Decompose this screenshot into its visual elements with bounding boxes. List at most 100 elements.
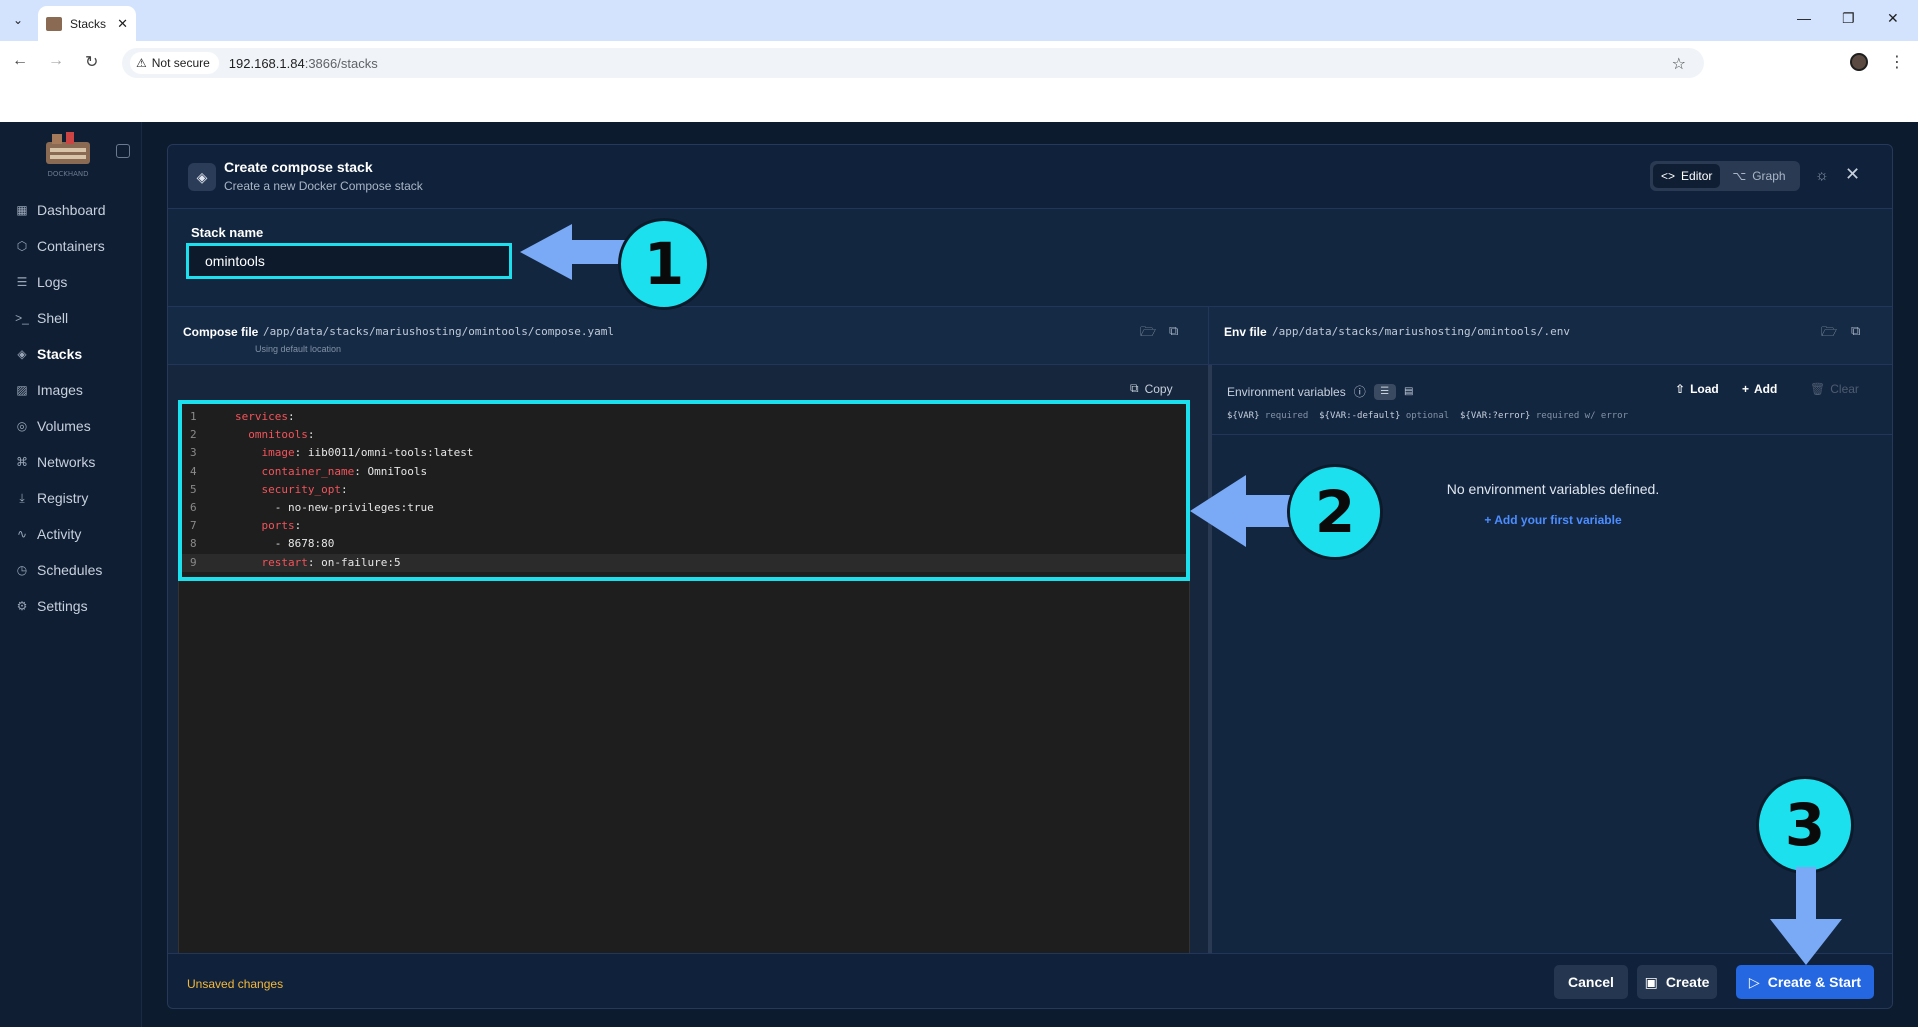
list-view-icon[interactable]: ☰ bbox=[1373, 383, 1396, 400]
sidebar-item-label: Images bbox=[37, 382, 83, 398]
stack-name-section: Stack name omintools bbox=[168, 209, 1892, 307]
compose-editor-pane: ⧉ Copy 1 services: 2 omnitools: 3 image: iib… bbox=[168, 365, 1208, 975]
env-title-text: Environment variables bbox=[1227, 384, 1346, 399]
help-icon[interactable]: ⓘ bbox=[1354, 383, 1366, 400]
plus-icon: + bbox=[1742, 382, 1750, 396]
sidebar-item-shell[interactable]: >_ Shell bbox=[0, 300, 142, 336]
restore-icon[interactable]: ❐ bbox=[1842, 10, 1855, 27]
copy-path-icon[interactable]: ⧉ bbox=[1169, 323, 1178, 339]
create-button[interactable]: ▣ Create bbox=[1637, 965, 1717, 999]
tab-search-icon[interactable]: ⌄ bbox=[8, 10, 28, 30]
browser-menu-icon[interactable]: ⋮ bbox=[1889, 52, 1905, 72]
modal-close-icon[interactable]: ✕ bbox=[1845, 164, 1860, 185]
activity-icon: ∿ bbox=[16, 527, 28, 541]
env-copy-path-icon[interactable]: ⧉ bbox=[1851, 323, 1860, 339]
modal-subtitle: Create a new Docker Compose stack bbox=[224, 179, 423, 193]
gear-icon: ⚙ bbox=[16, 599, 28, 613]
env-folder-open-icon[interactable]: 🗁 bbox=[1821, 323, 1837, 345]
browser-tab[interactable]: Stacks ✕ bbox=[38, 6, 136, 41]
env-view-toggle: ☰ ▤ bbox=[1373, 383, 1420, 400]
terminal-icon: >_ bbox=[15, 311, 29, 325]
sidebar-item-networks[interactable]: ⌘ Networks bbox=[0, 444, 142, 480]
unsaved-changes-label: Unsaved changes bbox=[187, 977, 284, 991]
sidebar-item-dashboard[interactable]: ▦ Dashboard bbox=[0, 192, 142, 228]
add-button[interactable]: + Add bbox=[1742, 382, 1777, 396]
sidebar-item-label: Settings bbox=[37, 598, 88, 614]
stack-name-input[interactable]: omintools bbox=[186, 243, 512, 279]
sidebar-item-settings[interactable]: ⚙ Settings bbox=[0, 588, 142, 624]
forward-icon[interactable]: → bbox=[48, 52, 64, 70]
modal-footer: Unsaved changes Cancel ▣ Create ▷ Create &… bbox=[168, 953, 1892, 1008]
compose-file-header: Compose file /app/data/stacks/mariushost… bbox=[168, 307, 1208, 365]
compose-file-label: Compose file bbox=[183, 325, 259, 339]
folder-open-icon[interactable]: 🗁 bbox=[1140, 323, 1156, 345]
add-label: Add bbox=[1754, 382, 1778, 396]
url-rest: :3866/stacks bbox=[304, 55, 378, 71]
sidebar: DOCKHAND ▦ Dashboard ⬡ Containers ☰ Logs >_ She… bbox=[0, 122, 142, 1027]
network-icon: ⌘ bbox=[16, 455, 28, 469]
graph-tab-label: Graph bbox=[1752, 169, 1786, 183]
sidebar-item-label: Stacks bbox=[37, 346, 83, 362]
clear-button[interactable]: 🗑 Clear bbox=[1810, 382, 1859, 396]
copy-label: Copy bbox=[1144, 381, 1173, 396]
plus-icon: + bbox=[1484, 513, 1495, 527]
env-file-path: /app/data/stacks/mariushosting/omintools… bbox=[1272, 325, 1571, 338]
app: DOCKHAND ▦ Dashboard ⬡ Containers ☰ Logs >_ She… bbox=[0, 122, 1918, 1027]
back-icon[interactable]: ← bbox=[12, 52, 28, 70]
tab-close-icon[interactable]: ✕ bbox=[117, 16, 128, 32]
env-file-header: Env file /app/data/stacks/mariushosting/… bbox=[1208, 307, 1892, 365]
profile-avatar[interactable] bbox=[1850, 53, 1868, 71]
sidebar-item-activity[interactable]: ∿ Activity bbox=[0, 516, 142, 552]
bookmark-star-icon[interactable]: ☆ bbox=[1672, 54, 1686, 74]
code-icon: <> bbox=[1661, 169, 1676, 183]
raw-view-icon[interactable]: ▤ bbox=[1398, 384, 1420, 400]
database-icon: ◎ bbox=[16, 419, 28, 433]
editor-tab[interactable]: <> Editor bbox=[1653, 164, 1721, 188]
annotation-badge-1: 1 bbox=[618, 218, 710, 310]
annotation-arrow-3 bbox=[1770, 867, 1842, 965]
env-file-label: Env file bbox=[1224, 325, 1267, 339]
env-title: Environment variables ⓘ ☰ ▤ bbox=[1227, 383, 1420, 400]
sidebar-item-label: Containers bbox=[37, 238, 105, 254]
tab-title: Stacks bbox=[70, 16, 107, 31]
annotation-badge-2: 2 bbox=[1287, 464, 1383, 560]
create-start-button[interactable]: ▷ Create & Start bbox=[1736, 965, 1874, 999]
omnibox[interactable]: ⚠ Not secure 192.168.1.84:3866/stacks ☆ bbox=[122, 48, 1704, 78]
annotation-arrow-1 bbox=[520, 224, 630, 280]
load-button[interactable]: ⇧ Load bbox=[1675, 382, 1719, 396]
sidebar-item-registry[interactable]: ⤓ Registry bbox=[0, 480, 142, 516]
graph-tab[interactable]: ⌥ Graph bbox=[1724, 164, 1793, 188]
sidebar-item-images[interactable]: ▨ Images bbox=[0, 372, 142, 408]
env-toolbar: Environment variables ⓘ ☰ ▤ ⇧ Load + Add 🗑… bbox=[1212, 365, 1892, 435]
save-icon: ▣ bbox=[1644, 973, 1658, 990]
sidebar-item-containers[interactable]: ⬡ Containers bbox=[0, 228, 142, 264]
window-close-icon[interactable]: ✕ bbox=[1887, 10, 1899, 27]
annotation-badge-3: 3 bbox=[1756, 776, 1854, 874]
copy-button[interactable]: ⧉ Copy bbox=[1130, 381, 1173, 396]
minimize-icon[interactable]: — bbox=[1797, 10, 1811, 26]
reload-icon[interactable]: ↻ bbox=[85, 52, 98, 72]
box-icon: ⬡ bbox=[16, 239, 28, 253]
view-switcher: <> Editor ⌥ Graph bbox=[1650, 161, 1800, 191]
sidebar-item-schedules[interactable]: ◷ Schedules bbox=[0, 552, 142, 588]
download-icon: ⤓ bbox=[19, 490, 25, 505]
security-chip[interactable]: ⚠ Not secure bbox=[130, 52, 219, 74]
sidebar-item-logs[interactable]: ☰ Logs bbox=[0, 264, 142, 300]
clock-icon: ◷ bbox=[16, 563, 28, 577]
trash-icon: 🗑 bbox=[1810, 382, 1826, 396]
sidebar-nav: ▦ Dashboard ⬡ Containers ☰ Logs >_ Shell ◈ Stacks… bbox=[0, 192, 142, 624]
sidebar-item-label: Networks bbox=[37, 454, 96, 470]
play-icon: ▷ bbox=[1748, 973, 1760, 990]
theme-toggle-icon[interactable]: ☼ bbox=[1815, 167, 1829, 184]
create-stack-modal: ◈ Create compose stack Create a new Dock… bbox=[167, 144, 1893, 1009]
cancel-button[interactable]: Cancel bbox=[1554, 965, 1628, 999]
sidebar-item-label: Dashboard bbox=[37, 202, 106, 218]
annotation-arrow-2 bbox=[1190, 475, 1300, 547]
sidebar-item-volumes[interactable]: ◎ Volumes bbox=[0, 408, 142, 444]
compose-file-path: /app/data/stacks/mariushosting/omintools… bbox=[263, 325, 614, 338]
url-text[interactable]: 192.168.1.84:3866/stacks bbox=[229, 56, 378, 71]
sidebar-item-stacks[interactable]: ◈ Stacks bbox=[0, 336, 142, 372]
sidebar-item-label: Logs bbox=[37, 274, 68, 290]
graph-icon: ⌥ bbox=[1732, 169, 1747, 183]
sidebar-collapse-icon[interactable] bbox=[116, 144, 130, 158]
